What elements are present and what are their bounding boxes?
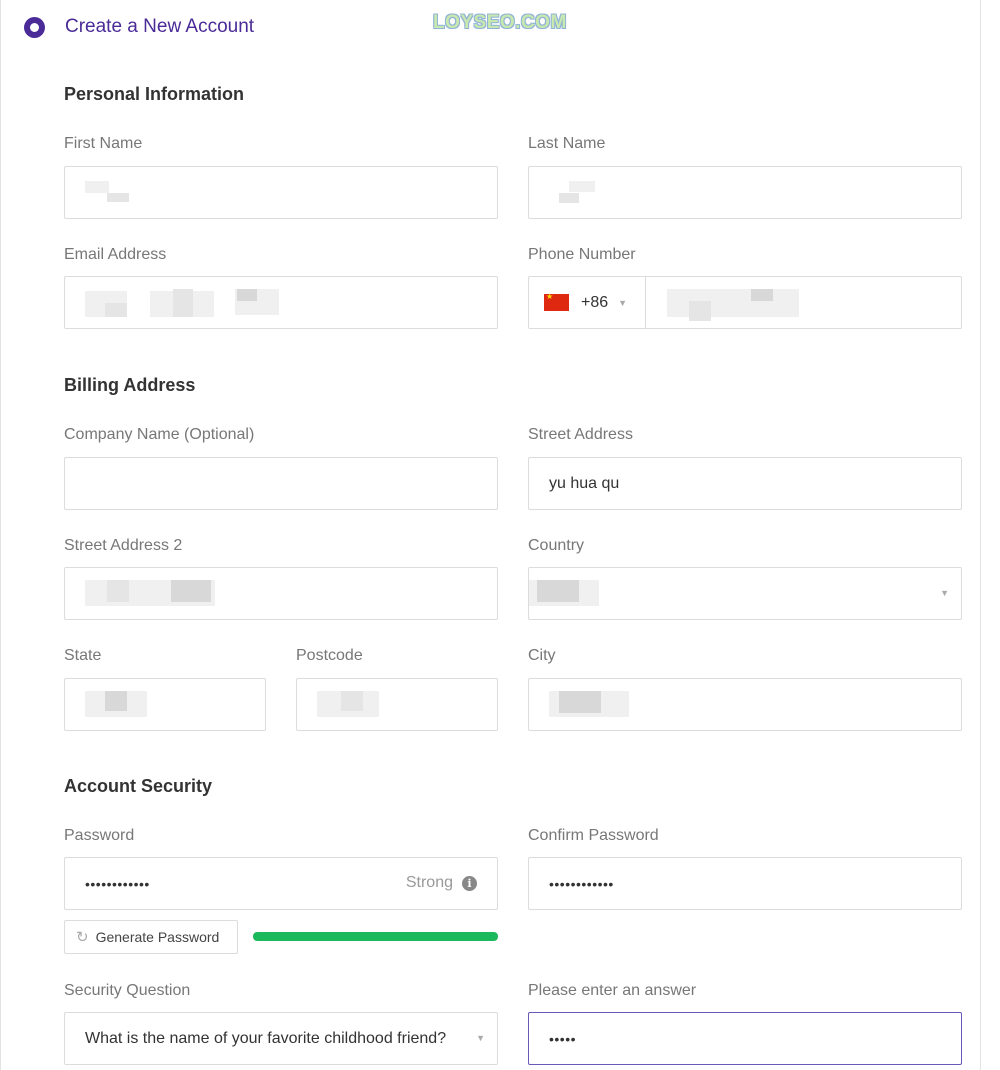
last-name-field[interactable] — [528, 166, 962, 219]
company-label: Company Name (Optional) — [64, 426, 255, 443]
email-field[interactable] — [64, 276, 498, 329]
country-select[interactable]: ▼ — [528, 567, 962, 620]
security-question-label: Security Question — [64, 982, 191, 999]
street2-field[interactable] — [64, 567, 498, 620]
generate-password-button[interactable]: ↻ Generate Password — [64, 920, 238, 954]
china-flag-icon — [544, 292, 569, 311]
company-field[interactable] — [64, 457, 498, 510]
street-field[interactable]: yu hua qu — [528, 457, 962, 510]
section-personal-title: Personal Information — [64, 84, 245, 104]
postcode-label: Postcode — [296, 647, 363, 664]
country-label: Country — [528, 537, 585, 554]
postcode-field[interactable] — [296, 678, 498, 731]
confirm-password-field[interactable]: •••••••••••• — [528, 857, 962, 910]
password-strength-bar — [253, 932, 498, 941]
phone-field[interactable]: +86 ▼ — [528, 276, 962, 329]
street-value: yu hua qu — [549, 474, 620, 492]
city-label: City — [528, 647, 556, 664]
section-security-title: Account Security — [64, 776, 213, 796]
step-title: Create a New Account — [65, 16, 255, 37]
generate-password-label: Generate Password — [95, 929, 220, 945]
dial-code: +86 — [581, 293, 609, 311]
answer-label: Please enter an answer — [528, 982, 697, 999]
country-code-dropdown[interactable]: +86 ▼ — [529, 277, 646, 328]
city-field[interactable] — [528, 678, 962, 731]
first-name-field[interactable] — [64, 166, 498, 219]
info-icon[interactable]: i — [462, 876, 477, 891]
watermark: LOYSEO.COM — [433, 12, 567, 33]
chevron-down-icon: ▼ — [940, 588, 949, 598]
state-label: State — [64, 647, 102, 664]
password-value: •••••••••••• — [85, 875, 150, 892]
security-question-select[interactable]: What is the name of your favorite childh… — [64, 1012, 498, 1065]
email-label: Email Address — [64, 246, 167, 263]
refresh-icon: ↻ — [76, 929, 89, 946]
confirm-password-label: Confirm Password — [528, 827, 659, 844]
last-name-label: Last Name — [528, 135, 606, 152]
street-label: Street Address — [528, 426, 633, 443]
answer-value: ••••• — [549, 1030, 577, 1047]
registration-form: Create a New Account LOYSEO.COM Personal… — [0, 0, 981, 1070]
street2-label: Street Address 2 — [64, 537, 183, 554]
security-question-value: What is the name of your favorite childh… — [85, 1029, 447, 1047]
first-name-label: First Name — [64, 135, 143, 152]
password-strength-fill — [253, 932, 498, 941]
chevron-down-icon: ▼ — [618, 297, 628, 308]
step-radio-icon — [24, 17, 45, 38]
chevron-down-icon: ▼ — [476, 1033, 485, 1043]
state-field[interactable] — [64, 678, 266, 731]
section-billing-title: Billing Address — [64, 375, 196, 395]
answer-field[interactable]: ••••• — [528, 1012, 962, 1065]
password-field[interactable]: •••••••••••• Strong i — [64, 857, 498, 910]
password-strength-label: Strong — [405, 874, 453, 891]
phone-label: Phone Number — [528, 246, 636, 263]
confirm-password-value: •••••••••••• — [549, 875, 614, 892]
password-label: Password — [64, 827, 135, 844]
